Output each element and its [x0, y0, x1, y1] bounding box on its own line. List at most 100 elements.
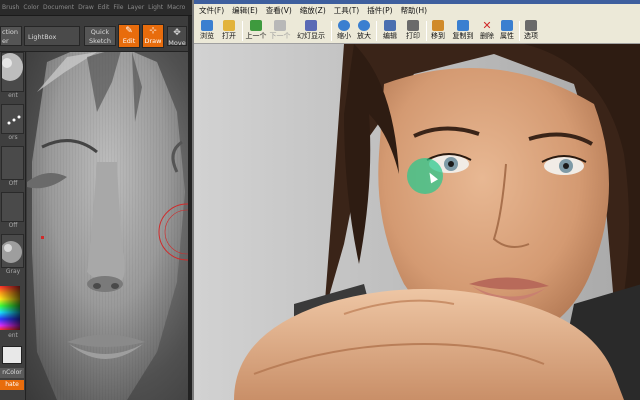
switch-color-button[interactable]: nColor [0, 368, 24, 378]
brush-selector[interactable] [0, 52, 24, 92]
move-to-button[interactable]: 移到 [428, 19, 448, 43]
viewer-menu-file[interactable]: 文件(F) [194, 4, 227, 18]
zb-menu-draw[interactable]: Draw [76, 0, 96, 15]
delete-button[interactable]: ✕ 删除 [477, 19, 497, 43]
toolbar-separator [519, 21, 520, 41]
zoom-in-button[interactable]: 放大 [354, 19, 374, 43]
image-viewer-window: 文件(F) 编辑(E) 查看(V) 缩放(Z) 工具(T) 插件(P) 帮助(H) 浏览 打… [192, 0, 640, 400]
edit-pencil-icon: ✎ [125, 26, 133, 36]
projection-master-button[interactable]: ction er [0, 26, 22, 46]
alpha-off-label: Off [8, 180, 18, 187]
zoom-out-label: 缩小 [337, 32, 351, 40]
zbrush-top-shelf: ction er LightBox Quick Sketch ✎ Edit ⊹ … [0, 16, 192, 52]
zb-menu-edit[interactable]: Edit [96, 0, 112, 15]
zb-menu-light[interactable]: Light [146, 0, 165, 15]
quick-sketch-button[interactable]: Quick Sketch [84, 26, 116, 46]
viewer-menu-plugins[interactable]: 插件(P) [362, 4, 395, 18]
material-selector[interactable] [0, 234, 24, 268]
material-label: Gray [5, 268, 21, 275]
dots-stroke-icon [7, 115, 21, 125]
options-button[interactable]: 选项 [521, 19, 541, 43]
viewer-menu-edit[interactable]: 编辑(E) [227, 4, 261, 18]
alpha-selector[interactable] [1, 146, 24, 180]
main-color-swatch[interactable] [2, 346, 22, 364]
lightbox-button[interactable]: LightBox [24, 26, 80, 46]
color-picker[interactable] [0, 286, 20, 330]
previous-label: 上一个 [245, 32, 267, 40]
reference-portrait-photo [194, 44, 640, 400]
print-label: 打印 [406, 32, 420, 40]
draw-mode-button[interactable]: ⊹ Draw [142, 24, 164, 48]
copy-to-label: 复制到 [452, 32, 474, 40]
stroke-label: ors [8, 134, 18, 141]
slideshow-label: 幻灯显示 [297, 32, 325, 40]
next-icon [274, 20, 286, 31]
zb-menu-color[interactable]: Color [21, 0, 41, 15]
zb-menu-macro[interactable]: Macro [165, 0, 187, 15]
delete-label: 删除 [480, 32, 494, 40]
zoom-in-icon [358, 20, 370, 31]
properties-label: 属性 [500, 32, 514, 40]
next-label: 下一个 [269, 32, 291, 40]
projection-sub-label: er [2, 37, 9, 45]
alternate-button[interactable]: hate [0, 380, 24, 390]
viewer-toolbar: 浏览 打开 上一个 下一个 幻灯显示 缩小 放大 编辑 打印 移到 复制到 ✕ … [194, 18, 640, 44]
zbrush-left-shelf: ent ors Off Off Gray ent nColor hate [0, 52, 26, 400]
edit-mode-button[interactable]: ✎ Edit [118, 24, 140, 48]
move-to-label: 移到 [431, 32, 445, 40]
move-to-icon [432, 20, 444, 31]
browse-button[interactable]: 浏览 [196, 19, 218, 43]
move-mode-button[interactable]: ✥ Move [167, 26, 187, 47]
toolbar-separator [426, 21, 427, 41]
zoom-out-button[interactable]: 缩小 [334, 19, 354, 43]
draw-brush-icon: ⊹ [149, 26, 157, 36]
zb-menu-document[interactable]: Document [41, 0, 76, 15]
brush-label: ent [8, 92, 18, 99]
gradient-label: ent [8, 332, 18, 339]
quick-sketch-line1: Quick [90, 28, 110, 36]
print-button[interactable]: 打印 [402, 19, 424, 43]
color-picker-shade [0, 286, 20, 330]
delete-icon: ✕ [482, 19, 492, 32]
draw-label: Draw [144, 37, 162, 45]
texture-selector[interactable] [1, 192, 24, 222]
stroke-selector[interactable] [1, 104, 24, 134]
zbrush-canvas[interactable] [27, 52, 190, 400]
viewer-menu-zoom[interactable]: 缩放(Z) [295, 4, 329, 18]
zb-menu-brush[interactable]: Brush [0, 0, 21, 15]
viewer-image-area[interactable] [194, 44, 640, 400]
print-icon [407, 20, 419, 31]
move-label: Move [168, 39, 186, 47]
options-icon [525, 20, 537, 31]
zoom-out-icon [338, 20, 350, 31]
properties-icon [501, 20, 513, 31]
previous-button[interactable]: 上一个 [244, 19, 268, 43]
toolbar-separator [376, 21, 377, 41]
zb-menu-file[interactable]: File [111, 0, 125, 15]
browse-label: 浏览 [200, 32, 214, 40]
open-button[interactable]: 打开 [218, 19, 240, 43]
viewer-menu-tools[interactable]: 工具(T) [329, 4, 362, 18]
viewer-menubar: 文件(F) 编辑(E) 查看(V) 缩放(Z) 工具(T) 插件(P) 帮助(H) [194, 4, 640, 18]
next-button[interactable]: 下一个 [268, 19, 292, 43]
slideshow-button[interactable]: 幻灯显示 [293, 19, 329, 43]
copy-to-icon [457, 20, 469, 31]
zoom-in-label: 放大 [357, 32, 371, 40]
slideshow-icon [305, 20, 317, 31]
copy-to-button[interactable]: 复制到 [449, 19, 477, 43]
viewer-menu-help[interactable]: 帮助(H) [396, 4, 431, 18]
options-label: 选项 [524, 32, 538, 40]
cursor-highlight-circle [407, 158, 443, 194]
standard-brush-icon [0, 53, 23, 81]
edit-button[interactable]: 编辑 [378, 19, 402, 43]
edit-icon [384, 20, 396, 31]
projection-label: ction [2, 28, 19, 36]
browse-icon [201, 20, 213, 31]
zb-menu-layer[interactable]: Layer [125, 0, 146, 15]
toolbar-separator [242, 21, 243, 41]
move-icon: ✥ [173, 28, 181, 38]
properties-button[interactable]: 属性 [497, 19, 517, 43]
zbrush-menubar: Brush Color Document Draw Edit File Layer Light… [0, 0, 192, 16]
texture-off-label: Off [8, 222, 18, 229]
viewer-menu-view[interactable]: 查看(V) [261, 4, 295, 18]
